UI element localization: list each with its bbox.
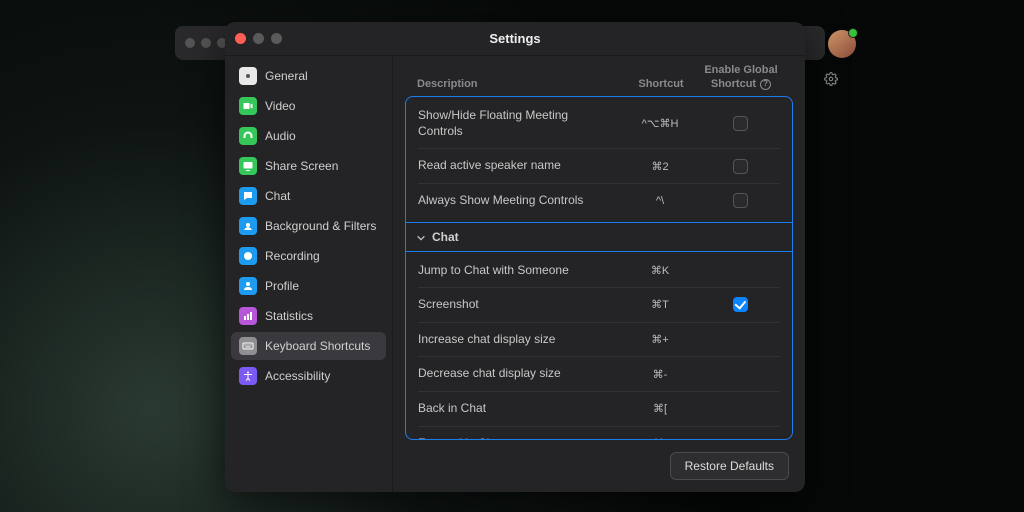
shortcut-row[interactable]: Forward in Chat⌘]	[418, 427, 780, 440]
shortcut-keys: ⌘K	[620, 264, 700, 277]
shortcut-description: Back in Chat	[418, 401, 620, 417]
stats-icon	[239, 307, 257, 325]
profile-icon	[239, 277, 257, 295]
gear-icon	[239, 67, 257, 85]
video-icon	[239, 97, 257, 115]
global-shortcut-checkbox[interactable]	[733, 193, 748, 208]
close-icon[interactable]	[235, 33, 246, 44]
content-pane: Description Shortcut Enable Global Short…	[393, 56, 805, 492]
sidebar-item-label: Keyboard Shortcuts	[265, 339, 370, 353]
shortcut-row[interactable]: Read active speaker name⌘2	[418, 149, 780, 184]
sidebar-item-label: Profile	[265, 279, 299, 293]
sidebar: General Video Audio Share Screen Chat Backgro…	[225, 56, 393, 492]
sidebar-item-label: Audio	[265, 129, 296, 143]
maximize-icon[interactable]	[271, 33, 282, 44]
shortcut-description: Decrease chat display size	[418, 366, 620, 382]
sidebar-item-chat[interactable]: Chat	[231, 182, 386, 210]
shortcut-keys: ⌘-	[620, 368, 700, 381]
sidebar-item-audio[interactable]: Audio	[231, 122, 386, 150]
shortcut-row[interactable]: Screenshot⌘T	[418, 288, 780, 323]
shortcuts-panel: Show/Hide Floating Meeting Controls^⌥⌘HR…	[405, 96, 793, 440]
shortcut-keys: ⌘2	[620, 160, 700, 173]
access-icon	[239, 367, 257, 385]
shortcut-keys: ⌘]	[620, 437, 700, 440]
dot-icon	[185, 38, 195, 48]
sidebar-item-general[interactable]: General	[231, 62, 386, 90]
sidebar-item-label: Background & Filters	[265, 219, 376, 233]
section-header-chat[interactable]: Chat	[406, 222, 792, 252]
shortcut-description: Screenshot	[418, 297, 620, 313]
sidebar-item-label: Recording	[265, 249, 320, 263]
sidebar-item-accessibility[interactable]: Accessibility	[231, 362, 386, 390]
shortcut-description: Forward in Chat	[418, 436, 620, 440]
avatar[interactable]	[828, 30, 856, 58]
shortcut-description: Read active speaker name	[418, 158, 620, 174]
sidebar-item-statistics[interactable]: Statistics	[231, 302, 386, 330]
column-headers: Description Shortcut Enable Global Short…	[393, 56, 805, 96]
section-title: Chat	[432, 230, 459, 244]
shortcut-keys: ^\	[620, 195, 700, 207]
sidebar-item-share-screen[interactable]: Share Screen	[231, 152, 386, 180]
global-shortcut-checkbox[interactable]	[733, 159, 748, 174]
sidebar-item-label: Video	[265, 99, 295, 113]
shortcut-row[interactable]: Back in Chat⌘[	[418, 392, 780, 427]
shortcut-keys: ⌘+	[620, 333, 700, 346]
shortcut-description: Increase chat display size	[418, 332, 620, 348]
restore-defaults-button[interactable]: Restore Defaults	[670, 452, 789, 480]
bg-icon	[239, 217, 257, 235]
sidebar-item-label: Statistics	[265, 309, 313, 323]
sidebar-item-label: Chat	[265, 189, 290, 203]
sidebar-item-label: Accessibility	[265, 369, 330, 383]
shortcut-row[interactable]: Always Show Meeting Controls^\	[418, 184, 780, 218]
shortcut-row[interactable]: Decrease chat display size⌘-	[418, 357, 780, 392]
sidebar-item-profile[interactable]: Profile	[231, 272, 386, 300]
share-icon	[239, 157, 257, 175]
dot-icon	[201, 38, 211, 48]
shortcut-description: Always Show Meeting Controls	[418, 193, 620, 209]
minimize-icon[interactable]	[253, 33, 264, 44]
shortcut-row[interactable]: Show/Hide Floating Meeting Controls^⌥⌘H	[418, 99, 780, 149]
header-description: Description	[417, 78, 621, 90]
sidebar-item-label: General	[265, 69, 308, 83]
gear-icon[interactable]	[824, 72, 838, 91]
global-shortcut-checkbox[interactable]	[733, 116, 748, 131]
info-icon[interactable]: ?	[760, 79, 771, 90]
sidebar-item-label: Share Screen	[265, 159, 338, 173]
shortcut-row[interactable]: Jump to Chat with Someone⌘K	[418, 254, 780, 289]
window-title: Settings	[489, 31, 540, 46]
chat-icon	[239, 187, 257, 205]
shortcut-description: Jump to Chat with Someone	[418, 263, 620, 279]
sidebar-item-background-filters[interactable]: Background & Filters	[231, 212, 386, 240]
shortcut-description: Show/Hide Floating Meeting Controls	[418, 108, 620, 139]
rec-icon	[239, 247, 257, 265]
shortcut-keys: ⌘T	[620, 298, 700, 311]
header-shortcut: Shortcut	[621, 78, 701, 90]
titlebar: Settings	[225, 22, 805, 56]
sidebar-item-recording[interactable]: Recording	[231, 242, 386, 270]
chevron-down-icon	[416, 232, 426, 242]
shortcut-keys: ^⌥⌘H	[620, 117, 700, 130]
audio-icon	[239, 127, 257, 145]
sidebar-item-video[interactable]: Video	[231, 92, 386, 120]
global-shortcut-checkbox[interactable]	[733, 297, 748, 312]
shortcut-row[interactable]: Increase chat display size⌘+	[418, 323, 780, 358]
sidebar-item-keyboard-shortcuts[interactable]: Keyboard Shortcuts	[231, 332, 386, 360]
settings-window: Settings General Video Audio Share Screen Ch…	[225, 22, 805, 492]
kbd-icon	[239, 337, 257, 355]
header-global: Enable Global Shortcut ?	[701, 64, 781, 90]
shortcut-keys: ⌘[	[620, 402, 700, 415]
